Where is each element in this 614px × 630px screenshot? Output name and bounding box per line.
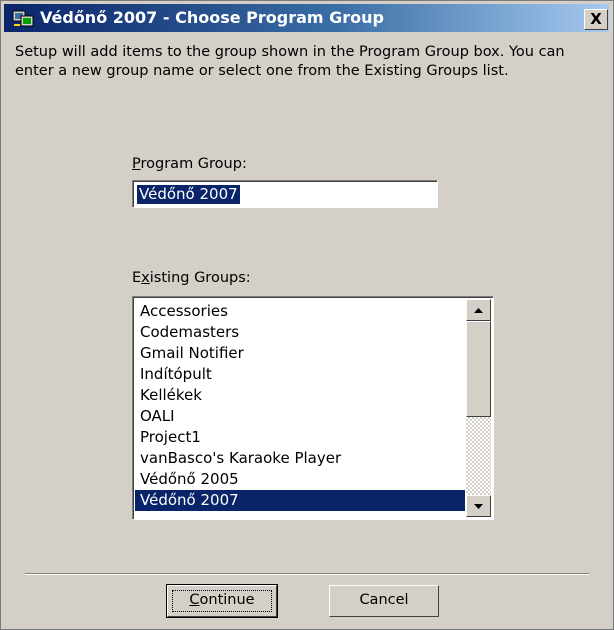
existing-groups-label-accel: x — [141, 270, 150, 286]
program-group-input[interactable]: Védőnő 2007 — [132, 180, 438, 208]
list-item[interactable]: Védőnő 2005 — [135, 469, 465, 490]
separator-line — [25, 573, 589, 575]
title-bar[interactable]: Védőnő 2007 - Choose Program Group X — [4, 4, 609, 32]
scroll-down-button[interactable] — [466, 495, 491, 517]
list-item[interactable]: Gmail Notifier — [135, 343, 465, 364]
list-item[interactable]: vanBasco's Karaoke Player — [135, 448, 465, 469]
list-scrollbar[interactable] — [466, 299, 491, 517]
list-item[interactable]: Accessories — [135, 301, 465, 322]
setup-program-icon — [12, 10, 34, 27]
existing-groups-label-rest: isting Groups: — [149, 270, 251, 286]
existing-groups-list[interactable]: Accessories Codemasters Gmail Notifier I… — [132, 296, 494, 520]
program-group-value: Védőnő 2007 — [137, 185, 240, 204]
continue-button[interactable]: Continue — [166, 584, 278, 618]
list-item[interactable]: Kellékek — [135, 385, 465, 406]
program-group-label: Program Group: — [132, 156, 247, 172]
list-item-selected[interactable]: Védőnő 2007 — [135, 490, 465, 511]
dialog-window: Védőnő 2007 - Choose Program Group X Set… — [0, 0, 614, 630]
cancel-button[interactable]: Cancel — [329, 585, 439, 617]
window-title: Védőnő 2007 - Choose Program Group — [40, 8, 384, 27]
existing-groups-label-pre: E — [132, 270, 142, 286]
instruction-text: Setup will add items to the group shown … — [15, 44, 565, 79]
scroll-up-button[interactable] — [466, 299, 491, 321]
list-item[interactable]: Indítópult — [135, 364, 465, 385]
down-arrow-icon — [474, 504, 483, 509]
up-arrow-icon — [474, 308, 483, 313]
list-item[interactable]: OALI — [135, 406, 465, 427]
program-group-label-accel: P — [132, 156, 141, 172]
list-item[interactable]: Codemasters — [135, 322, 465, 343]
scroll-thumb[interactable] — [466, 321, 491, 417]
existing-groups-label: Existing Groups: — [132, 270, 251, 286]
list-items-container: Accessories Codemasters Gmail Notifier I… — [135, 301, 465, 511]
close-button[interactable]: X — [584, 9, 608, 30]
focus-rectangle — [172, 590, 272, 612]
program-group-label-rest: rogram Group: — [140, 156, 247, 172]
list-item[interactable]: Project1 — [135, 427, 465, 448]
